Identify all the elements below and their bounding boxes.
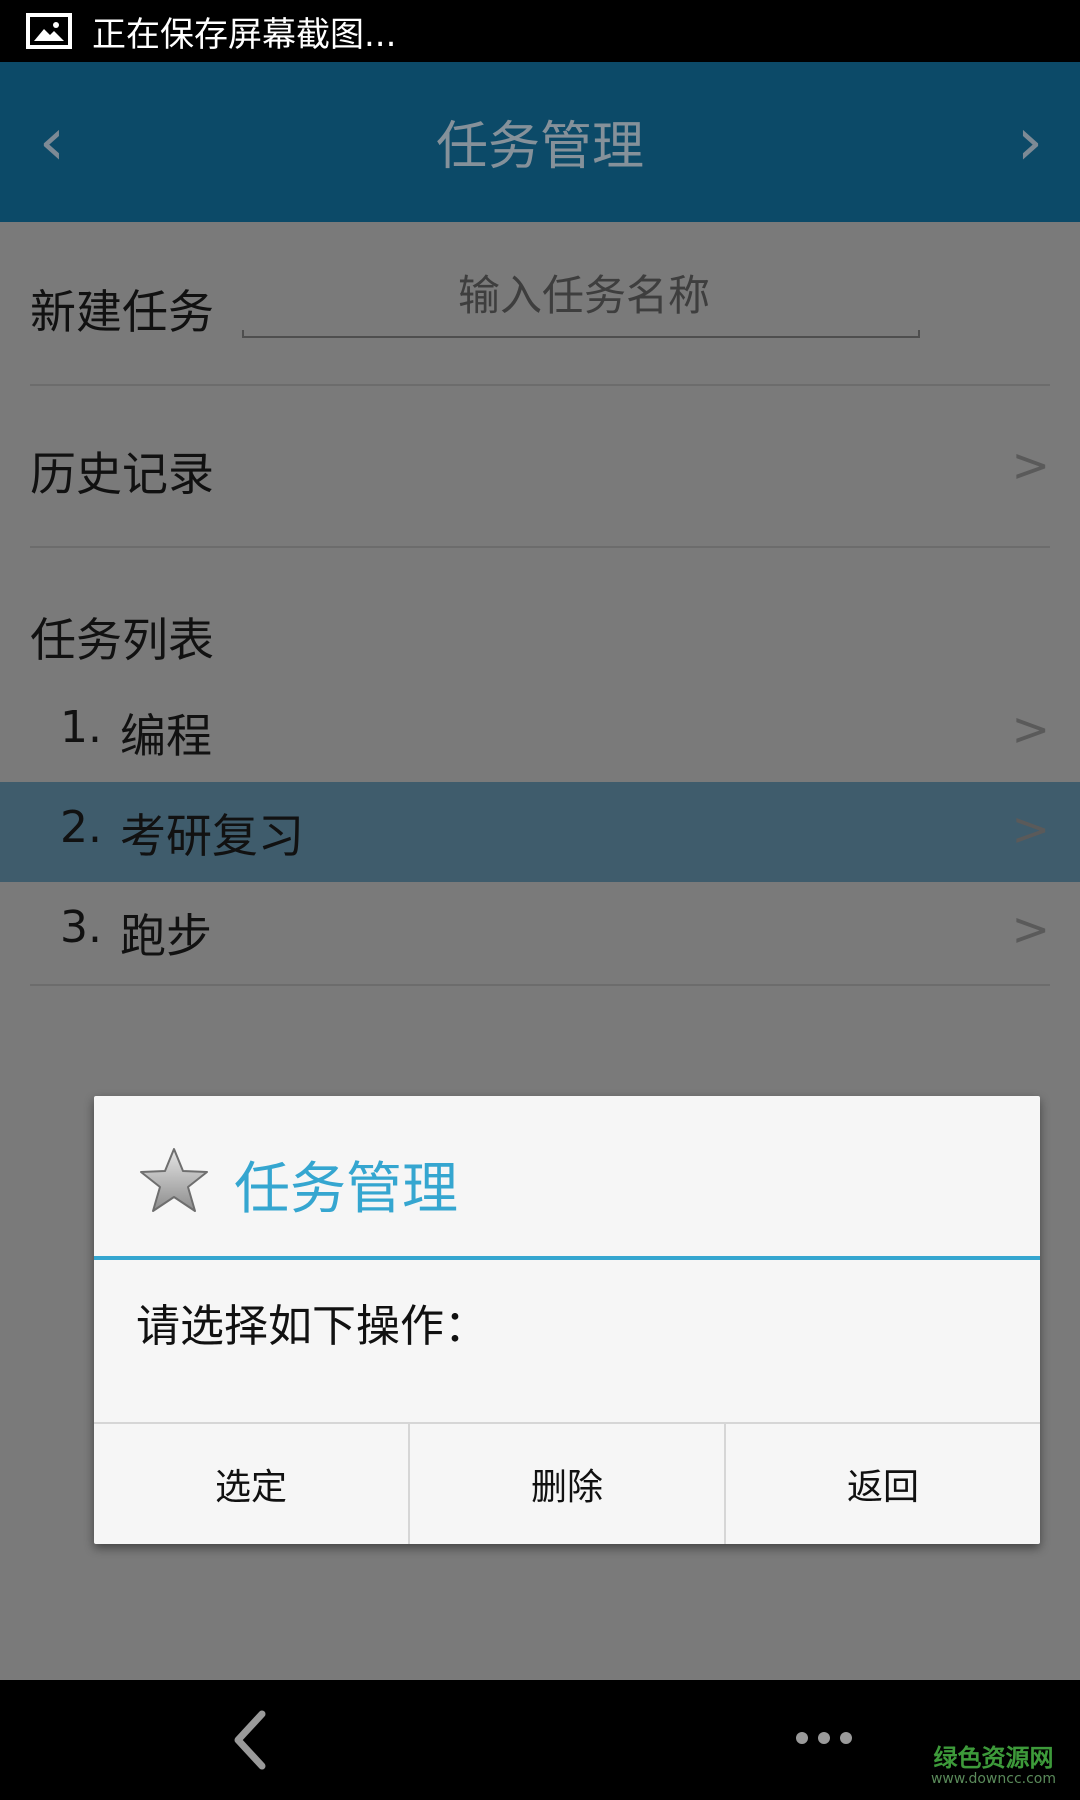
- history-label: 历史记录: [30, 447, 214, 501]
- divider: [30, 984, 1050, 986]
- list-item[interactable]: 3. 跑步 >: [0, 882, 1080, 982]
- dialog-message: 请选择如下操作：: [136, 1301, 488, 1352]
- list-item-text: 跑步: [120, 909, 212, 963]
- star-icon: [140, 1148, 208, 1212]
- page-title: 任务管理: [435, 117, 644, 177]
- task-name-input[interactable]: [244, 262, 924, 328]
- watermark-url: www.downcc.com: [930, 1771, 1056, 1787]
- back-icon[interactable]: [230, 1710, 270, 1770]
- select-button[interactable]: 选定: [94, 1424, 408, 1544]
- chevron-right-icon: >: [1011, 438, 1050, 492]
- dialog-header: 任务管理: [94, 1096, 1040, 1256]
- list-item-text: 编程: [120, 709, 212, 763]
- more-icon[interactable]: [796, 1732, 852, 1744]
- return-button[interactable]: 返回: [724, 1424, 1040, 1544]
- new-task-label: 新建任务: [30, 285, 214, 339]
- watermark: 绿色资源网 www.downcc.com: [931, 1746, 1056, 1786]
- status-bar: 正在保存屏幕截图...: [0, 0, 1080, 62]
- list-item[interactable]: 1. 编程 >: [0, 682, 1080, 782]
- navigation-bar: [0, 1680, 1080, 1800]
- dialog-title-divider: [94, 1256, 1040, 1260]
- list-item-number: 2.: [60, 802, 102, 853]
- image-icon: [26, 13, 72, 49]
- dialog-button-bar: 选定 删除 返回: [94, 1422, 1040, 1544]
- task-list-label: 任务列表: [30, 613, 214, 667]
- list-item-number: 3.: [60, 902, 102, 953]
- list-item[interactable]: 2. 考研复习 >: [0, 782, 1080, 882]
- chevron-right-icon[interactable]: ›: [1000, 102, 1060, 182]
- chevron-right-icon: >: [1011, 702, 1050, 756]
- list-item-text: 考研复习: [120, 809, 304, 863]
- chevron-right-icon: >: [1011, 902, 1050, 956]
- chevron-right-icon: >: [1011, 802, 1050, 856]
- divider: [30, 546, 1050, 548]
- task-dialog: 任务管理 请选择如下操作： 选定 删除 返回: [94, 1096, 1040, 1544]
- dialog-title: 任务管理: [234, 1157, 458, 1222]
- input-underline: [242, 330, 920, 338]
- list-item-number: 1.: [60, 702, 102, 753]
- watermark-title: 绿色资源网: [933, 1744, 1054, 1772]
- history-row[interactable]: 历史记录 >: [0, 386, 1080, 546]
- action-bar: ‹ 任务管理 ›: [0, 62, 1080, 222]
- delete-button[interactable]: 删除: [408, 1424, 724, 1544]
- status-text: 正在保存屏幕截图...: [92, 14, 397, 55]
